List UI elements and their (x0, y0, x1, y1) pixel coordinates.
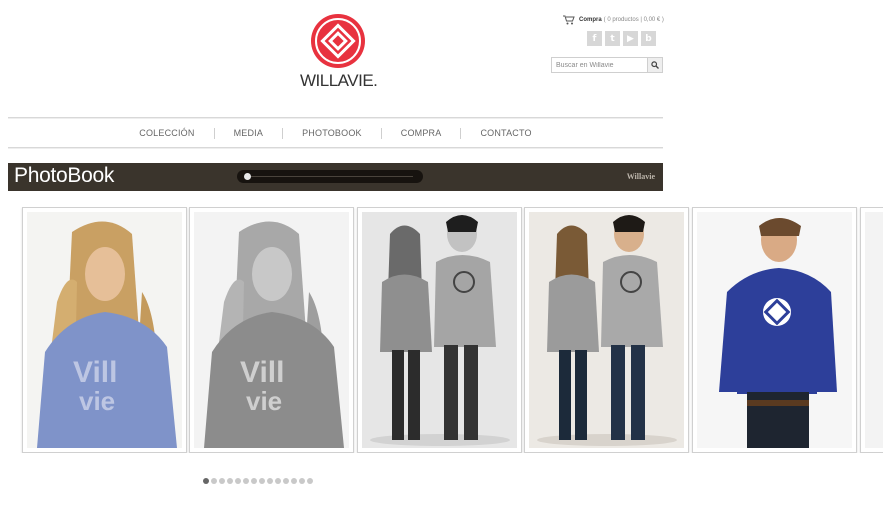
svg-text:Vill: Vill (240, 356, 284, 389)
pagination-dot[interactable] (267, 478, 273, 484)
pagination-dot[interactable] (251, 478, 257, 484)
photo-partial (865, 212, 883, 448)
pagination-dot[interactable] (283, 478, 289, 484)
logo-mark-icon (311, 14, 365, 68)
pagination-dot[interactable] (299, 478, 305, 484)
nav-item-photobook[interactable]: PHOTOBOOK (283, 127, 382, 139)
brand-name: WILLAVIE. (300, 71, 378, 90)
photo-woman-blue-hoodie: Vill vie (27, 212, 182, 448)
photo-gallery: Vill vie Vill vie (0, 207, 883, 453)
social-links: f t ▶ b (587, 31, 656, 46)
page-title: PhotoBook (14, 164, 115, 187)
gallery-photo[interactable] (860, 207, 883, 453)
facebook-icon[interactable]: f (587, 31, 602, 46)
pagination-dot[interactable] (219, 478, 225, 484)
gallery-pagination (203, 478, 313, 484)
pagination-dot[interactable] (259, 478, 265, 484)
pagination-dot[interactable] (243, 478, 249, 484)
svg-text:vie: vie (79, 386, 115, 416)
pagination-dot[interactable] (275, 478, 281, 484)
cart-icon (563, 15, 575, 25)
photo-couple-bw (362, 212, 517, 448)
cart-label: Compra (579, 17, 602, 23)
cart-info: ( 0 productos | 0,00 € ) (603, 17, 664, 23)
svg-text:vie: vie (246, 386, 282, 416)
search-input[interactable] (552, 58, 647, 72)
gallery-photo[interactable] (524, 207, 689, 453)
gallery-scrollbar[interactable] (237, 170, 423, 183)
photo-man-blue-hoodie (697, 212, 852, 448)
pagination-dot[interactable] (203, 478, 209, 484)
photobook-header-bar: PhotoBook Willavie (8, 163, 663, 191)
pagination-dot[interactable] (307, 478, 313, 484)
pagination-dot[interactable] (227, 478, 233, 484)
search-button[interactable] (647, 58, 662, 72)
photo-woman-grey-hoodie: Vill vie (194, 212, 349, 448)
pagination-dot[interactable] (235, 478, 241, 484)
pagination-dot[interactable] (211, 478, 217, 484)
svg-text:Vill: Vill (73, 356, 117, 389)
search-icon (651, 61, 659, 69)
brand-logo[interactable]: WILLAVIE. (300, 14, 378, 91)
bar-brand-label: Willavie (626, 172, 655, 181)
gallery-photo[interactable]: Vill vie (189, 207, 354, 453)
nav-item-media[interactable]: MEDIA (215, 127, 284, 139)
pagination-dot[interactable] (291, 478, 297, 484)
nav-item-coleccion[interactable]: COLECCIÓN (120, 127, 215, 139)
search-box (551, 57, 663, 73)
nav-item-contacto[interactable]: CONTACTO (461, 128, 550, 139)
gallery-photo[interactable] (692, 207, 857, 453)
cart-summary[interactable]: Compra ( 0 productos | 0,00 € ) (563, 15, 664, 25)
photo-couple-color (529, 212, 684, 448)
scrollbar-handle[interactable] (244, 173, 251, 180)
gallery-photo[interactable]: Vill vie (22, 207, 187, 453)
scrollbar-track (249, 176, 413, 177)
gallery-photo[interactable] (357, 207, 522, 453)
nav-divider-top (8, 117, 663, 119)
blog-icon[interactable]: b (641, 31, 656, 46)
twitter-icon[interactable]: t (605, 31, 620, 46)
youtube-icon[interactable]: ▶ (623, 31, 638, 46)
nav-item-compra[interactable]: COMPRA (382, 127, 462, 139)
nav-divider-bottom (8, 147, 663, 149)
main-nav: COLECCIÓN MEDIA PHOTOBOOK COMPRA CONTACT… (8, 122, 663, 144)
